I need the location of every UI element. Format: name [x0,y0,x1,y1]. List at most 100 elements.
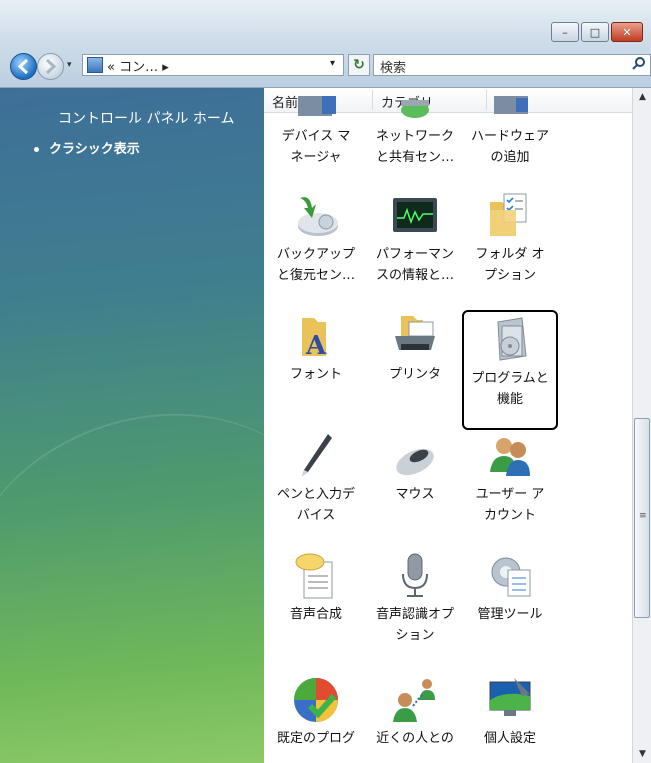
fonts-icon: A [292,312,340,361]
item-label: ション [395,628,435,643]
minimize-button[interactable]: – [551,22,579,42]
item-label: ペンと入力デ [276,487,355,502]
address-breadcrumb[interactable]: « コン… ▸ [107,56,169,75]
item-speech-recognition[interactable]: 音声認識オプ ション [367,552,463,646]
item-label: ハードウェア [470,129,549,144]
bullet-icon [34,147,39,152]
text-to-speech-icon [292,552,340,600]
item-folder-options[interactable]: フォルダ オプション [462,192,558,286]
back-arrow-icon [17,58,29,75]
item-label: パフォーマン [375,247,454,262]
item-label: と共有セン… [375,150,454,165]
device-manager-icon [292,96,340,122]
add-hardware-icon [486,96,534,122]
item-label: フォルダ オ [475,247,545,262]
item-text-to-speech[interactable]: 音声合成 [268,552,364,625]
items-view: 名前 ˆ カテゴリ デバイス マネージャ ネットワークと共有セン… ハードウェア… [264,88,632,763]
sort-ascending-icon: ˆ [312,88,317,96]
task-pane: コントロール パネル ホーム クラシック表示 [0,88,378,763]
forward-arrow-icon [45,58,57,75]
user-accounts-icon [486,432,534,480]
address-bar[interactable]: « コン… ▸ ▾ [82,54,344,76]
programs-features-icon [486,316,534,364]
classic-view-link[interactable]: クラシック表示 [34,138,140,157]
item-device-manager[interactable]: デバイス マネージャ [268,96,364,168]
control-panel-home-link[interactable]: コントロール パネル ホーム [58,108,234,128]
scroll-thumb[interactable]: ≡ [634,418,650,618]
item-admin-tools[interactable]: 管理ツール [462,552,558,625]
item-label: スの情報と… [375,268,454,283]
network-icon [391,96,439,122]
admin-tools-icon [486,552,534,600]
item-backup-restore[interactable]: バックアップ と復元セン… [268,192,364,286]
item-printers[interactable]: プリンタ [367,312,463,385]
item-label: ユーザー ア [475,487,545,502]
item-add-hardware[interactable]: ハードウェア の追加 [462,96,558,168]
search-placeholder: 検索 [380,61,407,76]
item-default-programs[interactable]: 既定のプログ [268,676,364,749]
item-people-near-me[interactable]: 近くの人との [367,676,463,749]
item-mouse[interactable]: マウス [367,432,463,505]
personalization-icon [486,676,534,724]
item-label: ネージャ [290,150,342,165]
close-icon: ✕ [622,25,632,39]
item-label: と復元セン… [276,268,355,283]
control-panel-icon [87,57,103,73]
item-label: 既定のプログ [276,731,355,746]
close-button[interactable]: ✕ [611,22,643,42]
item-label: 機能 [496,392,523,407]
item-label: デバイス マ [281,129,351,144]
minimize-icon: – [562,25,568,39]
maximize-icon: □ [589,25,601,39]
backup-icon [292,192,340,240]
printer-icon [391,312,439,360]
item-label: 音声合成 [289,607,342,622]
item-label: 音声認識オプ [375,607,454,622]
address-dropdown[interactable]: ▾ [330,58,335,69]
item-label: バイス [296,508,336,523]
folder-options-icon [486,192,534,240]
refresh-icon: ↻ [353,57,365,73]
item-performance[interactable]: パフォーマン スの情報と… [367,192,463,286]
svg-text:A: A [305,331,327,360]
history-dropdown[interactable]: ▾ [67,60,72,70]
item-label: プション [483,268,536,283]
navigation-bar: ▾ « コン… ▸ ▾ ↻ 検索 [10,52,651,82]
scroll-up-button[interactable]: ▲ [633,88,651,106]
item-programs-features[interactable]: プログラムと 機能 [462,310,558,430]
scroll-down-button[interactable]: ▼ [633,745,651,763]
item-label: バックアップ [276,247,355,262]
back-button[interactable] [10,53,37,80]
item-label: 近くの人との [376,731,454,746]
classic-view-label: クラシック表示 [49,142,140,157]
item-personalization[interactable]: 個人設定 [462,676,558,749]
maximize-button[interactable]: □ [581,22,609,42]
item-label: 管理ツール [477,607,543,622]
forward-button[interactable] [37,53,64,80]
performance-icon [391,192,439,240]
default-programs-icon [292,676,340,724]
item-user-accounts[interactable]: ユーザー アカウント [462,432,558,526]
grip-icon: ≡ [639,511,647,521]
explorer-window: – □ ✕ ▾ « コン… ▸ ▾ ↻ 検索 コントロール パネル ホーム クラ… [0,0,651,763]
item-label: フォント [289,367,342,382]
search-icon[interactable] [632,56,646,74]
caption-buttons: – □ ✕ [549,22,643,42]
refresh-button[interactable]: ↻ [348,54,370,76]
item-network-sharing[interactable]: ネットワーク と共有セン… [367,96,463,168]
item-label: カウント [483,508,536,523]
search-input[interactable]: 検索 [373,54,651,76]
item-label: 個人設定 [483,731,536,746]
item-fonts[interactable]: A フォント [268,312,364,385]
item-label: マウス [395,487,435,502]
item-label: プリンタ [388,367,441,382]
item-label: の追加 [490,150,530,165]
item-label: ネットワーク [375,129,454,144]
item-pen-input[interactable]: ペンと入力デ バイス [268,432,364,526]
pen-icon [292,432,340,480]
people-near-me-icon [391,676,439,724]
vertical-scrollbar[interactable]: ▲ ≡ ▼ [632,88,651,763]
title-bar: – □ ✕ ▾ « コン… ▸ ▾ ↻ 検索 [0,0,651,88]
item-label: プログラムと [471,371,549,386]
mouse-icon [391,432,439,480]
